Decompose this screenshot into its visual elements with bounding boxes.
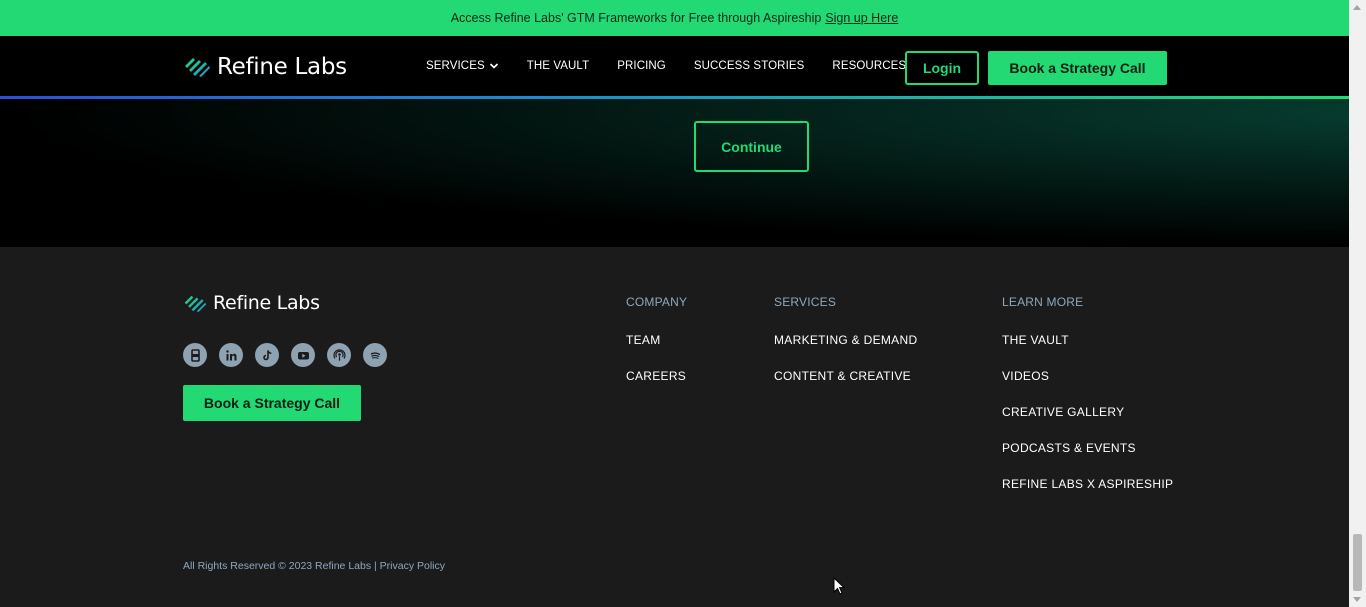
nav-item-label: SERVICES [426, 60, 485, 72]
footer-column-learn-more: LEARN MORE THE VAULT VIDEOS CREATIVE GAL… [1002, 295, 1173, 513]
logo-mark-icon [185, 58, 210, 77]
linkedin-icon[interactable] [219, 343, 243, 367]
book-strategy-call-button[interactable]: Book a Strategy Call [988, 51, 1167, 85]
footer-column-heading: COMPANY [626, 295, 688, 309]
footer-link-videos[interactable]: VIDEOS [1002, 369, 1173, 383]
nav-item-success-stories[interactable]: SUCCESS STORIES [694, 60, 805, 72]
announcement-signup-link[interactable]: Sign up Here [825, 11, 898, 25]
youtube-icon[interactable] [291, 343, 315, 367]
tiktok-icon[interactable] [255, 343, 279, 367]
footer-column-heading: SERVICES [774, 295, 837, 309]
scroll-down-icon[interactable] [1353, 597, 1361, 602]
podcast-icon[interactable] [327, 343, 351, 367]
copyright-text: All Rights Reserved © 2023 Refine Labs | [183, 560, 377, 572]
footer-link-refine-labs-x-aspireship[interactable]: REFINE LABS X ASPIRESHIP [1002, 477, 1173, 491]
page-scrollbar[interactable] [1349, 0, 1366, 607]
footer-column-company: COMPANY TEAM CAREERS [626, 295, 687, 405]
footer-link-careers[interactable]: CAREERS [626, 369, 687, 383]
brand-name: Refine Labs [217, 54, 347, 80]
footer-link-podcasts-events[interactable]: PODCASTS & EVENTS [1002, 441, 1173, 455]
footer-column-heading: LEARN MORE [1002, 295, 1084, 309]
nav-item-label: THE VAULT [526, 60, 590, 72]
footer-column-services: SERVICES MARKETING & DEMAND CONTENT & CR… [774, 295, 917, 405]
continue-button[interactable]: Continue [694, 121, 809, 172]
nav-item-the-vault[interactable]: THE VAULT [527, 60, 589, 72]
copyright-notice: All Rights Reserved © 2023 Refine Labs |… [183, 560, 445, 572]
footer-brand-logo[interactable]: Refine Labs [183, 292, 320, 314]
nav-item-label: RESOURCES [832, 60, 907, 72]
spotify-icon[interactable] [363, 343, 387, 367]
nav-item-label: PRICING [617, 60, 666, 72]
chevron-down-icon [489, 63, 498, 69]
nav-item-label: SUCCESS STORIES [693, 60, 805, 72]
footer-link-marketing-demand[interactable]: MARKETING & DEMAND [774, 333, 917, 347]
mouse-cursor-icon [833, 577, 845, 595]
glassdoor-icon[interactable] [183, 343, 207, 367]
footer-link-creative-gallery[interactable]: CREATIVE GALLERY [1002, 405, 1173, 419]
footer-link-content-creative[interactable]: CONTENT & CREATIVE [774, 369, 917, 383]
announcement-bar: Access Refine Labs' GTM Frameworks for F… [0, 0, 1349, 36]
announcement-text: Access Refine Labs' GTM Frameworks for F… [450, 11, 822, 25]
nav-item-pricing[interactable]: PRICING [617, 60, 666, 72]
login-button[interactable]: Login [905, 51, 979, 85]
hero-section: Continue [0, 99, 1349, 247]
privacy-policy-link[interactable]: Privacy Policy [380, 560, 445, 572]
footer-link-team[interactable]: TEAM [626, 333, 687, 347]
social-links [183, 343, 387, 367]
scroll-up-icon[interactable] [1353, 5, 1361, 10]
footer-brand-name: Refine Labs [213, 292, 320, 314]
footer-link-the-vault[interactable]: THE VAULT [1002, 333, 1173, 347]
nav-item-services[interactable]: SERVICES [426, 60, 499, 72]
main-nav: Refine Labs SERVICES THE VAULT PRICING S… [0, 36, 1349, 96]
footer-book-strategy-call-button[interactable]: Book a Strategy Call [183, 385, 361, 421]
nav-menu: SERVICES THE VAULT PRICING SUCCESS STORI… [426, 60, 920, 72]
site-footer: Refine Labs Book a Strategy Call COMPANY… [0, 247, 1349, 607]
scrollbar-thumb[interactable] [1353, 534, 1362, 591]
logo-mark-icon [184, 295, 207, 312]
brand-logo[interactable]: Refine Labs [183, 54, 347, 80]
